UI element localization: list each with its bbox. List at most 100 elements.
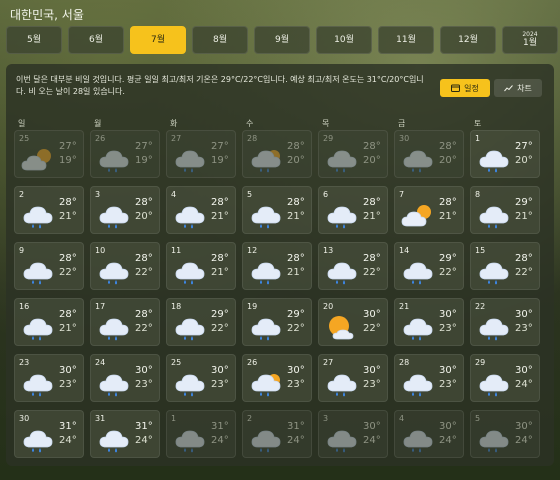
rain-icon <box>97 145 131 173</box>
day-cell[interactable]: 24 30° 23° <box>90 354 160 402</box>
high-temp: 30° <box>439 421 457 432</box>
day-cell[interactable]: 27 27° 19° <box>166 130 236 178</box>
month-tab-0[interactable]: 5월 <box>6 26 62 54</box>
day-cell[interactable]: 3 30° 24° <box>318 410 388 458</box>
month-tab-label: 6월 <box>88 34 103 45</box>
partly-cloudy-icon <box>21 145 55 173</box>
high-temp: 28° <box>287 253 305 264</box>
day-cell[interactable]: 4 30° 24° <box>394 410 464 458</box>
day-cell[interactable]: 28 30° 23° <box>394 354 464 402</box>
day-cell[interactable]: 7 28° 21° <box>394 186 464 234</box>
day-cell[interactable]: 29 28° 20° <box>318 130 388 178</box>
day-number: 26 <box>247 358 258 367</box>
day-cell[interactable]: 22 30° 23° <box>470 298 540 346</box>
day-cell[interactable]: 2 31° 24° <box>242 410 312 458</box>
day-cell[interactable]: 19 29° 22° <box>242 298 312 346</box>
rain-icon <box>173 313 207 341</box>
day-cell[interactable]: 23 30° 23° <box>14 354 84 402</box>
day-cell[interactable]: 1 31° 24° <box>166 410 236 458</box>
month-tab-4[interactable]: 9월 <box>254 26 310 54</box>
low-temp: 22° <box>211 323 229 334</box>
day-cell[interactable]: 26 30° 23° <box>242 354 312 402</box>
day-cell[interactable]: 4 28° 21° <box>166 186 236 234</box>
high-temp: 28° <box>211 253 229 264</box>
day-cell[interactable]: 10 28° 22° <box>90 242 160 290</box>
rain-icon <box>325 257 359 285</box>
low-temp: 23° <box>287 379 305 390</box>
rain-icon <box>325 425 359 453</box>
low-temp: 22° <box>59 267 77 278</box>
day-cell[interactable]: 5 30° 24° <box>470 410 540 458</box>
rain-icon <box>477 145 511 173</box>
day-cell[interactable]: 21 30° 23° <box>394 298 464 346</box>
day-cell[interactable]: 14 29° 22° <box>394 242 464 290</box>
chart-view-button[interactable]: 차트 <box>494 79 542 97</box>
day-cell[interactable]: 16 28° 21° <box>14 298 84 346</box>
low-temp: 19° <box>211 155 229 166</box>
day-cell[interactable]: 17 28° 22° <box>90 298 160 346</box>
rain-icon <box>477 369 511 397</box>
rain-icon <box>249 201 283 229</box>
day-cell[interactable]: 15 28° 22° <box>470 242 540 290</box>
month-tab-5[interactable]: 10월 <box>316 26 372 54</box>
month-tab-8[interactable]: 2024 1월 <box>502 26 558 54</box>
high-temp: 28° <box>287 141 305 152</box>
day-cell[interactable]: 31 31° 24° <box>90 410 160 458</box>
day-cell[interactable]: 18 29° 22° <box>166 298 236 346</box>
month-tab-2[interactable]: 7월 <box>130 26 186 54</box>
day-number: 1 <box>171 414 177 423</box>
weekday-header: 목 <box>322 119 330 128</box>
calendar-view-button[interactable]: 일정 <box>440 79 490 97</box>
low-temp: 22° <box>363 267 381 278</box>
day-cell[interactable]: 1 27° 20° <box>470 130 540 178</box>
month-tab-label: 5월 <box>26 34 41 45</box>
day-cell[interactable]: 2 28° 21° <box>14 186 84 234</box>
weekday-header: 일 <box>18 119 26 128</box>
rain-icon <box>477 257 511 285</box>
day-number: 9 <box>19 246 25 255</box>
day-cell[interactable]: 20 30° 22° <box>318 298 388 346</box>
day-cell[interactable]: 29 30° 24° <box>470 354 540 402</box>
day-cell[interactable]: 3 28° 20° <box>90 186 160 234</box>
low-temp: 23° <box>363 379 381 390</box>
day-cell[interactable]: 26 27° 19° <box>90 130 160 178</box>
high-temp: 30° <box>515 365 533 376</box>
rain-icon <box>401 257 435 285</box>
day-cell[interactable]: 30 31° 24° <box>14 410 84 458</box>
day-number: 6 <box>323 190 329 199</box>
month-tab-3[interactable]: 8월 <box>192 26 248 54</box>
day-cell[interactable]: 27 30° 23° <box>318 354 388 402</box>
day-cell[interactable]: 28 28° 20° <box>242 130 312 178</box>
day-number: 21 <box>399 302 410 311</box>
rain-icon <box>325 201 359 229</box>
high-temp: 27° <box>211 141 229 152</box>
day-number: 19 <box>247 302 258 311</box>
month-tab-7[interactable]: 12월 <box>440 26 496 54</box>
day-cell[interactable]: 9 28° 22° <box>14 242 84 290</box>
day-cell[interactable]: 25 30° 23° <box>166 354 236 402</box>
day-cell[interactable]: 6 28° 21° <box>318 186 388 234</box>
low-temp: 23° <box>211 379 229 390</box>
low-temp: 24° <box>59 435 77 446</box>
month-tab-label: 9월 <box>274 34 289 45</box>
high-temp: 30° <box>363 365 381 376</box>
month-tab-1[interactable]: 6월 <box>68 26 124 54</box>
low-temp: 24° <box>515 435 533 446</box>
day-cell[interactable]: 8 29° 21° <box>470 186 540 234</box>
day-cell[interactable]: 30 28° 20° <box>394 130 464 178</box>
low-temp: 21° <box>211 267 229 278</box>
day-cell[interactable]: 12 28° 21° <box>242 242 312 290</box>
low-temp: 22° <box>515 267 533 278</box>
low-temp: 22° <box>135 267 153 278</box>
day-number: 10 <box>95 246 106 255</box>
high-temp: 28° <box>287 197 305 208</box>
day-cell[interactable]: 5 28° 21° <box>242 186 312 234</box>
chart-view-label: 차트 <box>517 83 532 93</box>
day-cell[interactable]: 13 28° 22° <box>318 242 388 290</box>
sun-rain-icon <box>249 145 283 173</box>
month-tab-6[interactable]: 11월 <box>378 26 434 54</box>
low-temp: 21° <box>515 211 533 222</box>
rain-icon <box>173 257 207 285</box>
day-cell[interactable]: 11 28° 21° <box>166 242 236 290</box>
day-cell[interactable]: 25 27° 19° <box>14 130 84 178</box>
